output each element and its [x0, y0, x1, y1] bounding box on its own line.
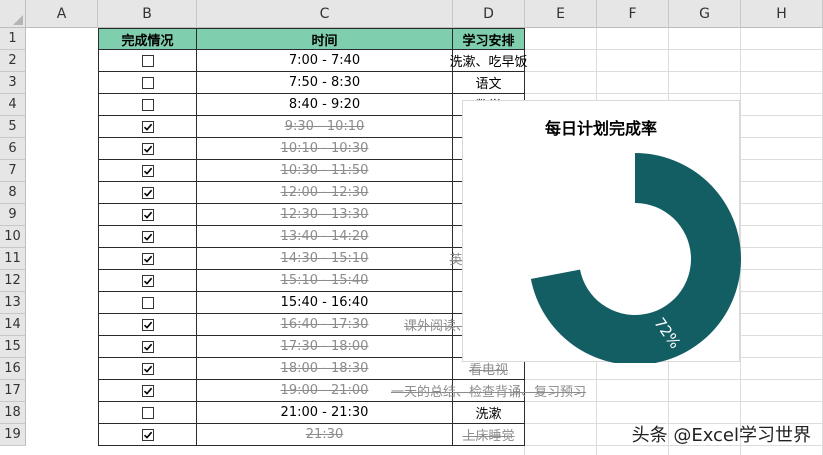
select-all-corner[interactable]	[0, 0, 26, 28]
row-header-18[interactable]: 18	[0, 402, 26, 424]
time-cell[interactable]: 15:40 - 16:40	[197, 292, 453, 314]
time-cell[interactable]: 10:10 - 10:30	[197, 138, 453, 160]
completion-checkbox[interactable]	[141, 230, 154, 243]
time-cell[interactable]: 17:30 - 18:00	[197, 336, 453, 358]
time-cell[interactable]: 12:00 - 12:30	[197, 182, 453, 204]
time-cell[interactable]: 21:00 - 21:30	[197, 402, 453, 424]
chart-title: 每日计划完成率	[544, 119, 657, 138]
completion-checkbox[interactable]	[141, 428, 154, 441]
watermark-text: 头条 @Excel学习世界	[631, 425, 811, 446]
row-header-9[interactable]: 9	[0, 204, 26, 226]
row-header-10[interactable]: 10	[0, 226, 26, 248]
time-cell[interactable]: 7:00 - 7:40	[197, 50, 453, 72]
column-header-d[interactable]: D	[453, 0, 525, 28]
status-cell	[98, 160, 197, 182]
row-header-15[interactable]: 15	[0, 336, 26, 358]
row-header-11[interactable]: 11	[0, 248, 26, 270]
time-cell[interactable]: 18:00 - 18:30	[197, 358, 453, 380]
status-cell	[98, 336, 197, 358]
row-header-12[interactable]: 12	[0, 270, 26, 292]
completion-checkbox[interactable]	[141, 120, 154, 133]
completion-checkbox[interactable]	[141, 164, 154, 177]
completion-checkbox[interactable]	[141, 98, 154, 111]
row-header-6[interactable]: 6	[0, 138, 26, 160]
completion-checkbox[interactable]	[141, 76, 154, 89]
completion-checkbox[interactable]	[141, 186, 154, 199]
row-header-7[interactable]: 7	[0, 160, 26, 182]
status-cell	[98, 116, 197, 138]
status-cell	[98, 204, 197, 226]
completion-checkbox[interactable]	[141, 296, 154, 309]
time-cell[interactable]: 7:50 - 8:30	[197, 72, 453, 94]
time-cell[interactable]: 9:30 - 10:10	[197, 116, 453, 138]
header-cell-plan[interactable]: 学习安排	[453, 28, 525, 50]
status-cell	[98, 292, 197, 314]
completion-checkbox[interactable]	[141, 208, 154, 221]
completion-checkbox[interactable]	[141, 384, 154, 397]
completion-checkbox[interactable]	[141, 318, 154, 331]
plan-cell[interactable]: 语文	[453, 72, 525, 94]
time-cell[interactable]: 8:40 - 9:20	[197, 94, 453, 116]
status-cell	[98, 248, 197, 270]
row-header-4[interactable]: 4	[0, 94, 26, 116]
status-cell	[98, 138, 197, 160]
completion-checkbox[interactable]	[141, 252, 154, 265]
completion-checkbox[interactable]	[141, 274, 154, 287]
time-cell[interactable]: 10:30 - 11:50	[197, 160, 453, 182]
row-header-14[interactable]: 14	[0, 314, 26, 336]
donut-chart-svg: 72%	[529, 153, 741, 363]
status-cell	[98, 358, 197, 380]
plan-cell[interactable]: 一天的总结、检查背诵、复习预习	[391, 380, 586, 402]
status-cell	[98, 424, 197, 446]
status-cell	[98, 94, 197, 116]
row-header-1[interactable]: 1	[0, 28, 26, 50]
column-header-b[interactable]: B	[98, 0, 197, 28]
completion-checkbox[interactable]	[141, 142, 154, 155]
row-header-13[interactable]: 13	[0, 292, 26, 314]
time-cell[interactable]: 15:10 - 15:40	[197, 270, 453, 292]
column-header-f[interactable]: F	[597, 0, 669, 28]
column-header-c[interactable]: C	[197, 0, 453, 28]
time-cell[interactable]: 21:30	[197, 424, 453, 446]
status-cell	[98, 314, 197, 336]
time-cell[interactable]: 13:40 - 14:20	[197, 226, 453, 248]
status-cell	[98, 270, 197, 292]
row-header-3[interactable]: 3	[0, 72, 26, 94]
time-cell[interactable]: 14:30 - 15:10	[197, 248, 453, 270]
completion-checkbox[interactable]	[141, 54, 154, 67]
status-cell	[98, 182, 197, 204]
status-cell	[98, 402, 197, 424]
column-header-g[interactable]: G	[669, 0, 741, 28]
row-header-16[interactable]: 16	[0, 358, 26, 380]
plan-cell[interactable]: 洗漱	[453, 402, 525, 424]
status-cell	[98, 50, 197, 72]
plan-cell[interactable]: 上床睡觉	[453, 424, 525, 446]
donut-slice-1[interactable]	[529, 153, 635, 279]
row-header-5[interactable]: 5	[0, 116, 26, 138]
column-header-h[interactable]: H	[741, 0, 823, 28]
column-header-a[interactable]: A	[26, 0, 98, 28]
header-cell-status[interactable]: 完成情况	[98, 28, 197, 50]
status-cell	[98, 72, 197, 94]
row-header-2[interactable]: 2	[0, 50, 26, 72]
completion-checkbox[interactable]	[141, 340, 154, 353]
header-cell-time[interactable]: 时间	[197, 28, 453, 50]
completion-checkbox[interactable]	[141, 362, 154, 375]
row-header-17[interactable]: 17	[0, 380, 26, 402]
row-header-8[interactable]: 8	[0, 182, 26, 204]
time-cell[interactable]: 12:30 - 13:30	[197, 204, 453, 226]
completion-rate-chart[interactable]: 72% 每日计划完成率	[462, 100, 741, 363]
status-cell	[98, 226, 197, 248]
plan-cell[interactable]: 洗漱、吃早饭	[450, 50, 528, 72]
completion-checkbox[interactable]	[141, 406, 154, 419]
status-cell	[98, 380, 197, 402]
column-header-e[interactable]: E	[525, 0, 597, 28]
row-header-19[interactable]: 19	[0, 424, 26, 446]
